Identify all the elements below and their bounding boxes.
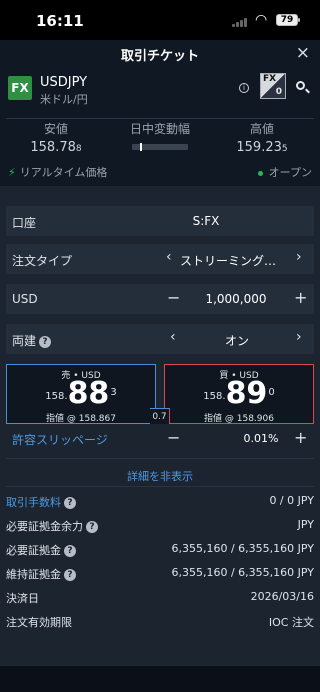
spread-value: 0.7 [150, 408, 170, 424]
sell-price-pip: 3 [110, 387, 117, 398]
close-icon[interactable]: × [296, 43, 310, 63]
chevron-right-icon[interactable]: › [296, 249, 302, 265]
status-time: 16:11 [36, 12, 84, 30]
sell-price-prefix: 158. [45, 391, 68, 402]
chevron-left-icon[interactable]: ‹ [166, 249, 172, 265]
increase-slippage-button[interactable]: + [294, 428, 307, 447]
detail-value: 6,355,160 / 6,355,160 JPY [171, 566, 314, 579]
search-icon[interactable] [296, 81, 305, 90]
realtime-label: リアルタイム価格 [19, 166, 108, 179]
hedge-label-text: 両建 [12, 334, 37, 348]
order-type-label: 注文タイプ [12, 254, 73, 268]
account-row[interactable]: 口座 S:FX [6, 206, 314, 236]
buy-price-pip: 0 [268, 387, 275, 398]
buy-price-big: 89 [225, 376, 268, 411]
market-status-label: オープン [268, 166, 312, 179]
detail-value: 6,355,160 / 6,355,160 JPY [171, 542, 314, 555]
low-value-small: 8 [75, 144, 82, 154]
slippage-label[interactable]: 許容スリッページ [12, 431, 108, 448]
decrease-quantity-button[interactable]: − [167, 288, 180, 307]
hedge-row: 両建? ‹ オン › [6, 324, 314, 354]
quote-summary: 安値 158.788 日中変動幅 高値 159.235 [6, 120, 314, 156]
bolt-icon: ⚡ [8, 166, 16, 179]
quantity-row: USD − 1,000,000 + [6, 284, 314, 314]
detail-label: 取引手数料 [6, 496, 61, 509]
ticket-header: 取引チケット × [0, 40, 320, 70]
hedge-value: オン [224, 334, 249, 348]
detail-label: 維持証拠金 [6, 568, 61, 581]
high-quote: 高値 159.235 [212, 120, 312, 155]
instrument-symbol: USDJPY [40, 75, 88, 90]
buy-limit: 指値 @ 158.906 [204, 414, 274, 424]
realtime-indicator: ⚡ リアルタイム価格 [8, 164, 107, 180]
sell-limit: 指値 @ 158.867 [46, 414, 116, 424]
detail-label: 必要証拠金 [6, 544, 61, 557]
order-type-row[interactable]: 注文タイプ ‹ ストリーミング… › [6, 244, 314, 274]
slippage-value[interactable]: 0.01% [231, 432, 291, 445]
sell-price-big: 88 [67, 376, 110, 411]
buy-price-button[interactable]: 買 • USD 158.890 指値 @ 158.906 [164, 364, 314, 424]
market-status: オープン [257, 164, 312, 180]
battery-icon: 79 [276, 14, 300, 26]
help-icon[interactable]: ? [64, 497, 76, 509]
bottom-bar [0, 666, 320, 692]
chevron-left-icon[interactable]: ‹ [170, 329, 176, 345]
buy-price-prefix: 158. [203, 391, 226, 402]
wifi-icon: ◠ [255, 12, 268, 28]
detail-value: 2026/03/16 [250, 590, 314, 603]
detail-value: IOC 注文 [268, 616, 314, 629]
instrument-header[interactable]: FX USDJPY 米ドル/円 i FX 0 [0, 70, 320, 116]
divider [6, 486, 314, 487]
status-dot-icon [257, 170, 263, 176]
status-bar: 16:11 ◠ 79 [0, 0, 320, 40]
detail-row: 注文有効期限 IOC 注文 [6, 612, 314, 632]
slippage-row: 許容スリッページ − 0.01% + [6, 426, 314, 452]
chevron-right-icon[interactable]: › [296, 329, 302, 345]
quantity-input[interactable]: 1,000,000 [196, 292, 276, 306]
low-quote: 安値 158.788 [6, 120, 106, 155]
sell-price-button[interactable]: 売 • USD 158.883 指値 @ 158.867 [6, 364, 156, 424]
range-label: 日中変動幅 [129, 122, 190, 136]
detail-label: 決済日 [6, 592, 39, 605]
account-label: 口座 [12, 216, 37, 230]
detail-row: 決済日 2026/03/16 [6, 588, 314, 608]
order-type-value: ストリーミング… [180, 254, 277, 268]
order-form: 口座 S:FX 注文タイプ ‹ ストリーミング… › USD − 1,000,0… [0, 186, 320, 676]
high-label: 高値 [249, 122, 274, 136]
info-icon[interactable]: i [239, 83, 249, 93]
detail-value: 0 / 0 JPY [269, 494, 314, 507]
increase-quantity-button[interactable]: + [294, 288, 307, 307]
low-label: 安値 [43, 122, 68, 136]
detail-row: 取引手数料? 0 / 0 JPY [6, 492, 314, 512]
currency-label: USD [12, 292, 38, 306]
account-value: S:FX [192, 214, 220, 228]
decrease-slippage-button[interactable]: − [167, 428, 180, 447]
help-icon[interactable]: ? [64, 569, 76, 581]
daily-range: 日中変動幅 [110, 120, 210, 151]
trade-ticket: 取引チケット × FX USDJPY 米ドル/円 i FX 0 安値 158.78… [0, 40, 320, 692]
detail-label: 必要証拠金余力 [6, 520, 83, 533]
signal-icon [232, 17, 250, 27]
fx-zero-icon[interactable]: FX 0 [260, 73, 286, 99]
low-value: 158.78 [30, 140, 76, 155]
detail-row: 維持証拠金? 6,355,160 / 6,355,160 JPY [6, 564, 314, 584]
help-icon[interactable]: ? [86, 521, 98, 533]
help-icon[interactable]: ? [39, 335, 52, 348]
range-marker [140, 143, 143, 151]
high-value: 159.23 [236, 140, 282, 155]
hide-details-link[interactable]: 詳細を非表示 [0, 468, 320, 484]
detail-row: 必要証拠金? 6,355,160 / 6,355,160 JPY [6, 540, 314, 560]
instrument-description: 米ドル/円 [40, 93, 88, 106]
divider [6, 118, 314, 119]
help-icon[interactable]: ? [64, 545, 76, 557]
fx-badge: FX [8, 76, 32, 100]
detail-label: 注文有効期限 [6, 616, 72, 629]
page-title: 取引チケット [120, 49, 199, 64]
divider [6, 458, 314, 459]
high-value-small: 5 [281, 144, 288, 154]
detail-value: JPY [297, 518, 314, 531]
hedge-label: 両建? [12, 332, 52, 349]
detail-row: 必要証拠金余力? JPY [6, 516, 314, 536]
range-bar [132, 143, 188, 151]
